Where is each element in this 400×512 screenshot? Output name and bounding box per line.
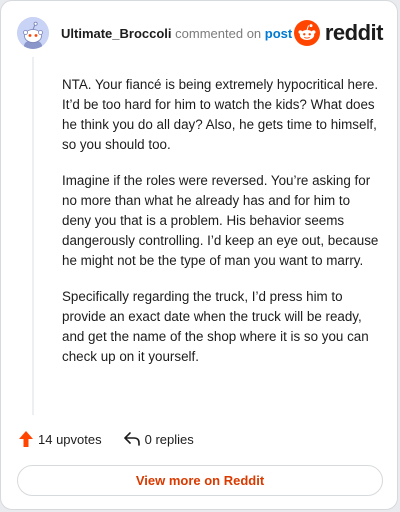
post-link[interactable]: post — [265, 26, 292, 41]
comment-paragraph: NTA. Your fiancé is being extremely hypo… — [62, 77, 379, 152]
comment-paragraph: Specifically regarding the truck, I’d pr… — [62, 289, 369, 364]
view-more-on-reddit-button[interactable]: View more on Reddit — [17, 465, 383, 496]
comment-footer: 14 upvotes 0 replies — [19, 429, 216, 449]
comment-byline: Ultimate_Broccoli commented on post — [61, 26, 292, 42]
snoo-avatar-icon[interactable] — [17, 17, 49, 49]
comment-paragraph: Imagine if the roles were reversed. You’… — [62, 173, 379, 268]
comment-body: NTA. Your fiancé is being extremely hypo… — [62, 75, 380, 383]
replies-label: 0 replies — [144, 431, 194, 447]
reddit-logo[interactable]: reddit — [293, 19, 384, 47]
byline-verb: commented on — [175, 26, 262, 41]
upvotes-label: 14 upvotes — [38, 431, 102, 447]
comment-author-link[interactable]: Ultimate_Broccoli — [61, 26, 172, 41]
reddit-snoo-icon — [293, 20, 320, 46]
comment-embed-card: Ultimate_Broccoli commented on post redd… — [0, 0, 398, 510]
upvotes-count[interactable]: 14 upvotes — [19, 431, 102, 447]
upvote-arrow-icon — [19, 431, 33, 447]
comment-header: Ultimate_Broccoli commented on post redd… — [17, 17, 384, 49]
thread-line — [32, 57, 34, 415]
reply-arrow-icon — [123, 432, 140, 446]
reddit-wordmark: reddit — [324, 20, 384, 45]
replies-count[interactable]: 0 replies — [123, 431, 194, 447]
